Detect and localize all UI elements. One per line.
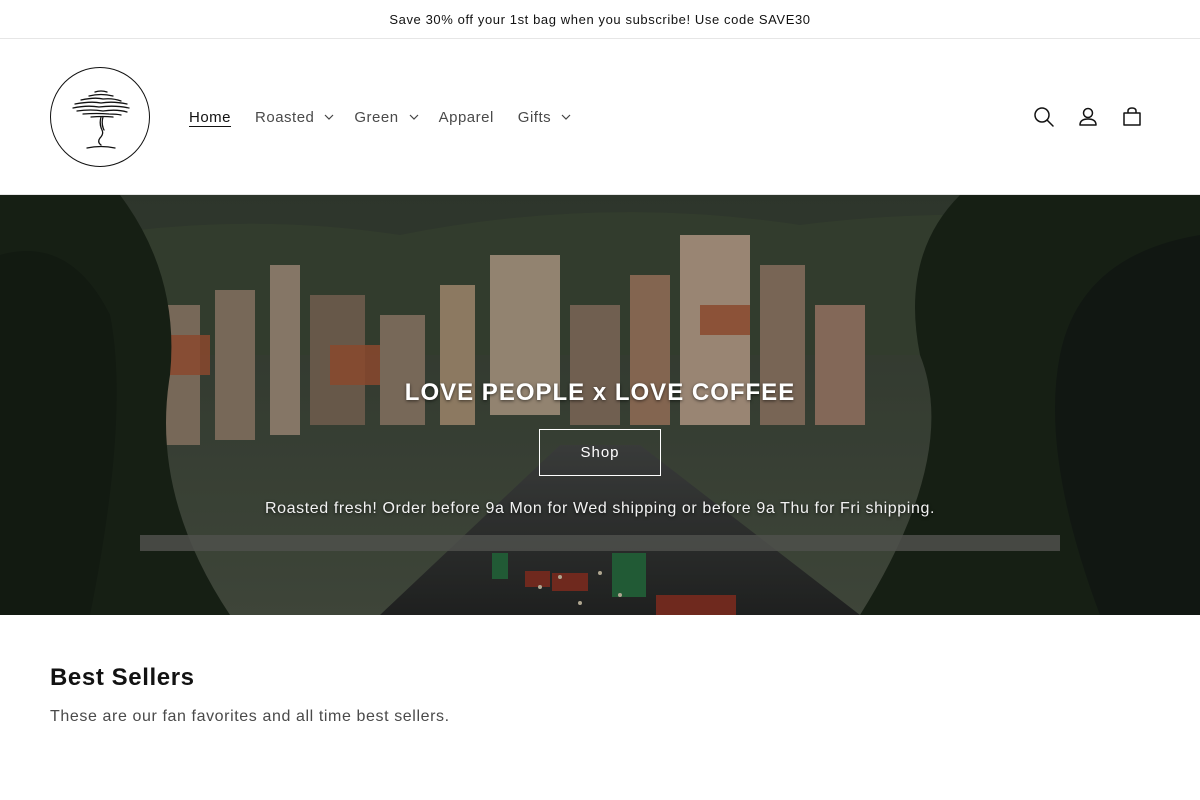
shop-button[interactable]: Shop (539, 429, 661, 476)
best-sellers-title: Best Sellers (50, 664, 195, 691)
announcement-bar: Save 30% off your 1st bag when you subsc… (0, 0, 1200, 39)
tree-logo-icon (72, 90, 130, 149)
announcement-text: Save 30% off your 1st bag when you subsc… (389, 11, 811, 27)
search-icon (1034, 107, 1054, 127)
nav-item-label: Roasted (255, 108, 315, 126)
nav-item-label: Home (189, 108, 232, 126)
nav-item-apparel[interactable]: Apparel (439, 102, 494, 132)
chevron-down-icon (409, 113, 419, 121)
account-icon (1079, 107, 1097, 126)
hero-banner: LOVE PEOPLE x LOVE COFFEE Shop Roasted f… (0, 195, 1200, 615)
site-header: Home Roasted Green Apparel Gifts (0, 39, 1200, 195)
nav-item-green[interactable]: Green (354, 102, 419, 132)
header-actions (1022, 39, 1154, 195)
nav-item-label: Apparel (438, 108, 494, 126)
nav-item-label: Green (354, 108, 399, 126)
hero-title: LOVE PEOPLE x LOVE COFFEE (404, 379, 796, 406)
chevron-down-icon (561, 113, 571, 121)
search-button[interactable] (1022, 95, 1066, 139)
hero-subtitle: Roasted fresh! Order before 9a Mon for W… (264, 500, 935, 517)
cart-icon (1123, 107, 1141, 126)
chevron-down-icon (324, 113, 334, 121)
site-logo[interactable] (50, 67, 150, 167)
best-sellers-subtitle: These are our fan favorites and all time… (50, 708, 450, 725)
nav-item-gifts[interactable]: Gifts (518, 102, 571, 132)
nav-item-home[interactable]: Home (189, 102, 231, 132)
main-nav: Home Roasted Green Apparel Gifts (189, 39, 571, 195)
cart-button[interactable] (1110, 95, 1154, 139)
account-button[interactable] (1066, 95, 1110, 139)
nav-item-roasted[interactable]: Roasted (255, 102, 334, 132)
nav-item-label: Gifts (517, 108, 552, 126)
